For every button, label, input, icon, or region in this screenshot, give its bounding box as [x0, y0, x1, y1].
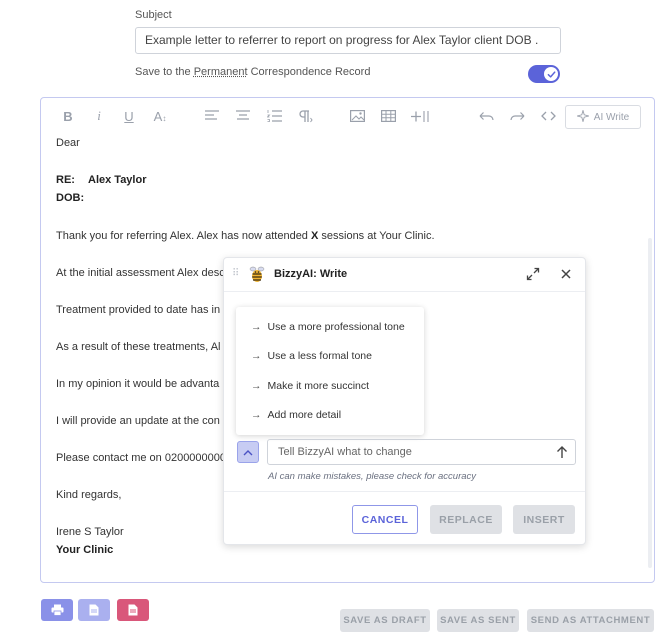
drag-handle-icon[interactable]: ⠿ — [232, 268, 239, 279]
divider — [224, 491, 585, 492]
save-as-draft-button[interactable]: SAVE AS DRAFT — [340, 609, 430, 632]
print-button[interactable] — [41, 599, 73, 621]
send-as-attachment-button[interactable]: SEND AS ATTACHMENT — [527, 609, 654, 632]
re-label: RE: — [56, 174, 75, 186]
document-icon — [89, 604, 99, 616]
redo-icon[interactable] — [509, 107, 525, 125]
save-as-sent-button[interactable]: SAVE AS SENT — [437, 609, 519, 632]
signature-name: Irene S Taylor — [56, 526, 124, 538]
align-left-icon[interactable] — [204, 107, 220, 125]
ai-write-button[interactable]: AI Write — [565, 105, 641, 129]
chevron-up-icon — [243, 449, 253, 455]
paragraph-6: I will provide an update at the con — [56, 415, 220, 427]
suggestions-menu: → Use a more professional tone → Use a les… — [236, 307, 424, 435]
paragraph-1-end: sessions at Your Clinic. — [318, 230, 435, 242]
bizzyai-prompt-input[interactable]: Tell BizzyAI what to change — [267, 439, 576, 465]
arrow-right-icon: → — [251, 350, 262, 362]
image-icon[interactable] — [349, 107, 365, 125]
bizzyai-write-panel: ⠿ BizzyAI: Write → Use a more professiona… — [223, 257, 586, 545]
paragraph-1-start: Thank you for referring Alex. Alex has n… — [56, 230, 311, 242]
text-size-sub-icon: ↕ — [162, 114, 167, 123]
replace-button[interactable]: REPLACE — [430, 505, 502, 534]
suggestion-professional-tone[interactable]: → Use a more professional tone — [251, 321, 405, 333]
underline-button[interactable]: U — [121, 107, 137, 125]
paragraph-7: Please contact me on 0200000000 — [56, 452, 227, 464]
re-value: Alex Taylor — [88, 174, 147, 186]
bold-button[interactable]: B — [60, 107, 76, 125]
suggestion-label: Use a less formal tone — [267, 350, 372, 362]
suggestion-label: Use a more professional tone — [267, 321, 405, 333]
sparkle-icon — [575, 108, 590, 125]
text-size-button[interactable]: A ↕ — [152, 107, 168, 125]
check-icon — [544, 67, 558, 81]
italic-button[interactable]: i — [91, 107, 107, 125]
editor-toolbar: B i U A ↕ AI Write — [41, 98, 654, 134]
code-view-icon[interactable] — [540, 107, 556, 125]
numbered-list-icon[interactable] — [266, 107, 282, 125]
text-size-label: A — [153, 108, 163, 124]
save-record-label-after: Correspondence Record — [247, 66, 371, 78]
suggestions-toggle-button[interactable] — [237, 441, 259, 463]
dob-line: DOB: — [56, 192, 85, 204]
pdf-icon — [128, 604, 138, 616]
subject-label: Subject — [135, 9, 172, 21]
greeting-line: Dear — [56, 137, 80, 149]
paragraph-4: As a result of these treatments, Al — [56, 341, 221, 353]
ai-write-label: AI Write — [593, 111, 630, 123]
bizzyai-title: BizzyAI: Write — [274, 268, 348, 280]
arrow-right-icon: → — [251, 321, 262, 333]
closing-line: Kind regards, — [56, 489, 122, 501]
paragraph-icon[interactable] — [297, 107, 313, 125]
paragraph-1: Thank you for referring Alex. Alex has n… — [56, 230, 435, 242]
bizzyai-header: ⠿ BizzyAI: Write — [224, 258, 585, 292]
suggestion-label: Add more detail — [267, 409, 342, 421]
suggestion-more-succinct[interactable]: → Make it more succinct — [251, 380, 369, 392]
paragraph-2: At the initial assessment Alex desc — [56, 267, 225, 279]
permanent-link[interactable]: Permanent — [194, 66, 248, 78]
send-arrow-up-icon[interactable] — [556, 445, 568, 459]
align-center-icon[interactable] — [235, 107, 251, 125]
suggestion-label: Make it more succinct — [267, 380, 370, 392]
bee-icon — [249, 266, 265, 282]
save-record-label-before: Save to the — [135, 66, 194, 78]
printer-icon — [51, 604, 63, 616]
suggestion-more-detail[interactable]: → Add more detail — [251, 409, 341, 421]
undo-icon[interactable] — [478, 107, 494, 125]
signature-clinic: Your Clinic — [56, 544, 114, 556]
editor-scrollbar[interactable] — [648, 238, 652, 568]
insert-more-icon[interactable] — [411, 107, 429, 125]
re-line: RE: Alex Taylor — [56, 174, 147, 186]
paragraph-3: Treatment provided to date has in — [56, 304, 221, 316]
document-button[interactable] — [78, 599, 110, 621]
ai-disclaimer: AI can make mistakes, please check for a… — [268, 471, 477, 482]
expand-icon[interactable] — [526, 267, 540, 281]
insert-button[interactable]: INSERT — [513, 505, 575, 534]
cancel-button[interactable]: CANCEL — [352, 505, 418, 534]
close-icon[interactable] — [559, 267, 573, 281]
suggestion-less-formal-tone[interactable]: → Use a less formal tone — [251, 350, 372, 362]
arrow-right-icon: → — [251, 380, 262, 392]
pdf-button[interactable] — [117, 599, 149, 621]
subject-input[interactable]: Example letter to referrer to report on … — [135, 27, 561, 54]
table-icon[interactable] — [380, 107, 396, 125]
save-record-label: Save to the Permanent Correspondence Rec… — [135, 66, 370, 78]
save-record-toggle[interactable] — [528, 65, 560, 83]
paragraph-5: In my opinion it would be advanta — [56, 378, 220, 390]
arrow-right-icon: → — [251, 409, 262, 421]
